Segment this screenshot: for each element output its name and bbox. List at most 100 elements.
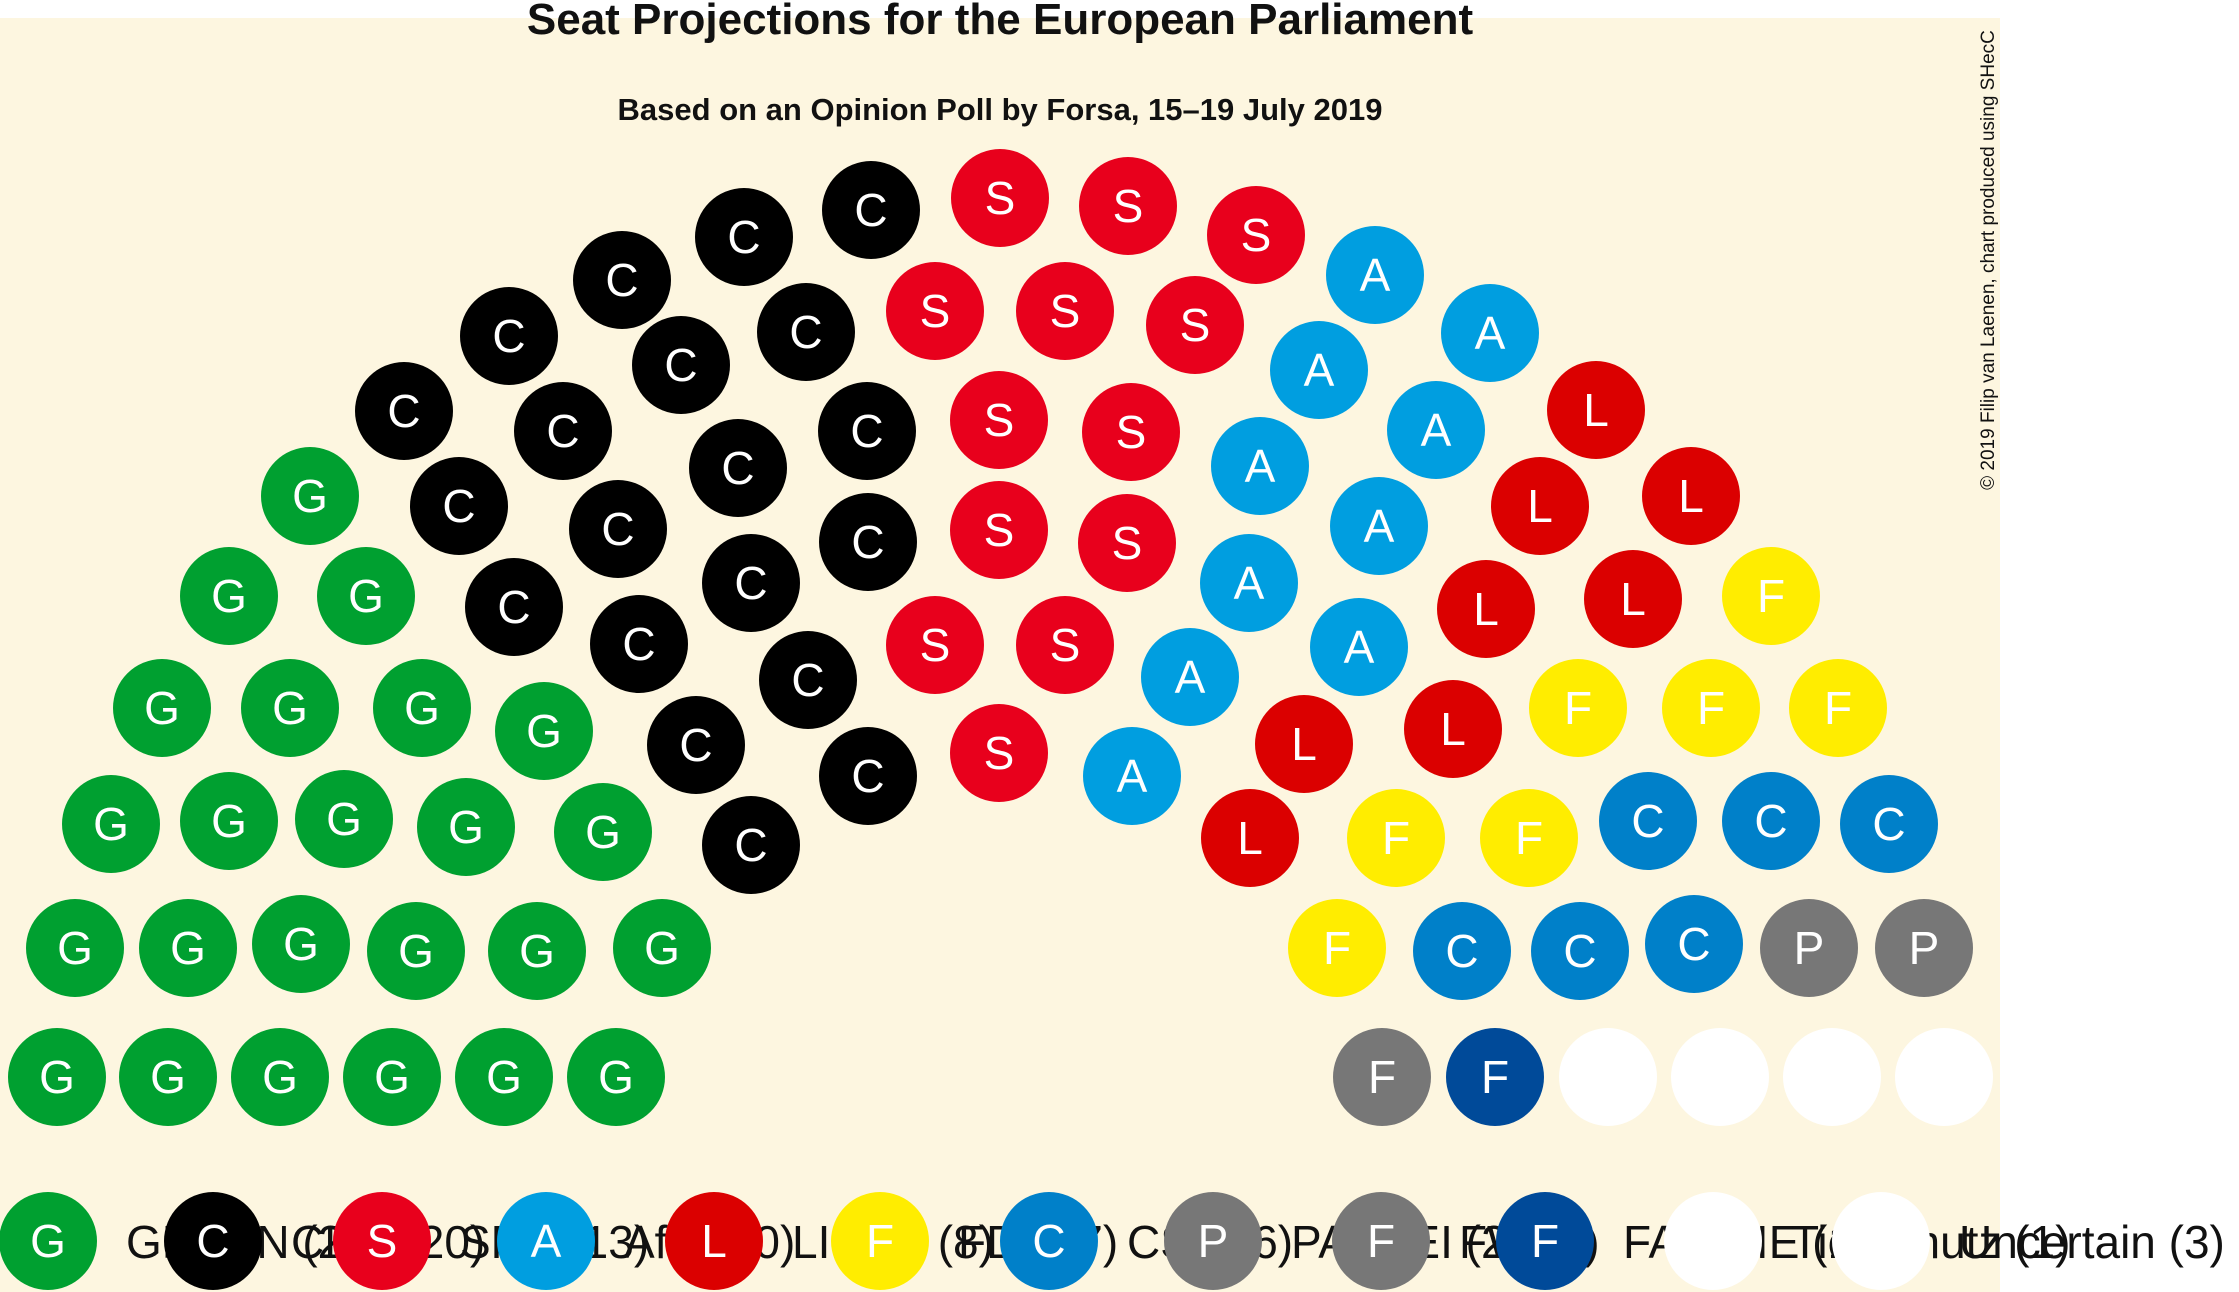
seat-1-letter: G <box>39 1051 75 1103</box>
seat-8: G <box>139 899 237 997</box>
seat-76: F <box>1722 547 1820 645</box>
seat-58: A <box>1326 226 1424 324</box>
seat-88: C <box>1645 895 1743 993</box>
legend-marker: F <box>1496 1192 1594 1290</box>
seat-55: S <box>886 596 984 694</box>
seat-70-letter: L <box>1527 480 1553 532</box>
seat-68-letter: L <box>1583 384 1609 436</box>
seat-10: G <box>367 902 465 1000</box>
seat-74-letter: L <box>1291 718 1317 770</box>
seat-66-letter: A <box>1175 651 1206 703</box>
seat-92-letter: F <box>1481 1051 1509 1103</box>
seat-28-letter: C <box>727 211 760 263</box>
seat-1: G <box>8 1028 106 1126</box>
seat-54-letter: S <box>1112 517 1143 569</box>
seat-75-letter: L <box>1237 812 1263 864</box>
seat-47: S <box>1207 186 1305 284</box>
seat-29-letter: C <box>854 184 887 236</box>
parliament-chart: Seat Projections for the European Parlia… <box>0 0 2225 1292</box>
seat-87: C <box>1531 902 1629 1000</box>
seat-90: P <box>1875 899 1973 997</box>
seat-30: C <box>410 457 508 555</box>
seat-81-letter: F <box>1515 812 1543 864</box>
seat-94-circle <box>1671 1028 1769 1126</box>
seat-73: L <box>1404 680 1502 778</box>
seat-32-letter: C <box>664 339 697 391</box>
seat-84-letter: C <box>1754 795 1787 847</box>
seat-70: L <box>1491 457 1589 555</box>
seat-96 <box>1895 1028 1993 1126</box>
seat-89: P <box>1760 899 1858 997</box>
seat-38: C <box>590 595 688 693</box>
seat-69-letter: L <box>1678 470 1704 522</box>
seat-62-letter: A <box>1245 440 1276 492</box>
legend-marker-letter: F <box>866 1215 894 1267</box>
seat-39: C <box>702 534 800 632</box>
seat-56: S <box>1016 596 1114 694</box>
chart-credit: © 2019 Filip van Laenen, chart produced … <box>1978 30 1999 490</box>
legend-marker-circle <box>1664 1192 1762 1290</box>
seat-5-letter: G <box>486 1051 522 1103</box>
seat-94 <box>1671 1028 1769 1126</box>
seat-76-letter: F <box>1757 570 1785 622</box>
seat-84: C <box>1722 772 1820 870</box>
seat-36-letter: C <box>721 442 754 494</box>
seat-42-letter: C <box>791 654 824 706</box>
seat-18-letter: G <box>144 682 180 734</box>
seat-20-letter: G <box>404 682 440 734</box>
seat-79: F <box>1789 659 1887 757</box>
seat-73-letter: L <box>1440 703 1466 755</box>
seat-11: G <box>488 902 586 1000</box>
seat-13: G <box>62 775 160 873</box>
seat-51: S <box>950 371 1048 469</box>
legend-marker-letter: F <box>1367 1215 1395 1267</box>
seat-42: C <box>759 631 857 729</box>
seat-31-letter: C <box>546 405 579 457</box>
seat-33-letter: C <box>789 306 822 358</box>
seat-92: F <box>1446 1028 1544 1126</box>
seat-67-letter: A <box>1117 750 1148 802</box>
seat-10-letter: G <box>398 925 434 977</box>
seat-19: G <box>241 659 339 757</box>
seat-89-letter: P <box>1794 922 1825 974</box>
seat-17: G <box>554 783 652 881</box>
seat-93-circle <box>1559 1028 1657 1126</box>
seat-14: G <box>180 772 278 870</box>
legend-marker: C <box>164 1192 262 1290</box>
seat-5: G <box>455 1028 553 1126</box>
seat-12-letter: G <box>644 922 680 974</box>
seat-45: S <box>951 149 1049 247</box>
seat-72-letter: L <box>1473 583 1499 635</box>
seat-93 <box>1559 1028 1657 1126</box>
seat-56-letter: S <box>1050 619 1081 671</box>
seat-2: G <box>119 1028 217 1126</box>
seat-59-letter: A <box>1475 307 1506 359</box>
seat-48-letter: S <box>920 285 951 337</box>
seat-71: L <box>1584 550 1682 648</box>
legend-marker: L <box>665 1192 763 1290</box>
seat-44: C <box>702 796 800 894</box>
seat-27: C <box>573 231 671 329</box>
seat-77-letter: F <box>1564 682 1592 734</box>
seat-24-letter: G <box>292 470 328 522</box>
seat-60: A <box>1270 321 1368 419</box>
seat-68: L <box>1547 361 1645 459</box>
seat-41-letter: C <box>679 719 712 771</box>
legend-marker-letter: A <box>531 1215 562 1267</box>
seat-40-letter: C <box>851 516 884 568</box>
seat-8-letter: G <box>170 922 206 974</box>
seat-69: L <box>1642 447 1740 545</box>
seat-23: G <box>317 547 415 645</box>
seat-30-letter: C <box>442 480 475 532</box>
seat-66: A <box>1141 628 1239 726</box>
seat-7-letter: G <box>57 922 93 974</box>
seat-72: L <box>1437 560 1535 658</box>
seat-19-letter: G <box>272 682 308 734</box>
seat-65-letter: A <box>1344 621 1375 673</box>
seat-45-letter: S <box>985 172 1016 224</box>
chart-subtitle: Based on an Opinion Poll by Forsa, 15–19… <box>618 92 1383 127</box>
seat-49-letter: S <box>1050 285 1081 337</box>
seat-64: A <box>1200 534 1298 632</box>
seat-3-letter: G <box>262 1051 298 1103</box>
seat-25: C <box>355 362 453 460</box>
